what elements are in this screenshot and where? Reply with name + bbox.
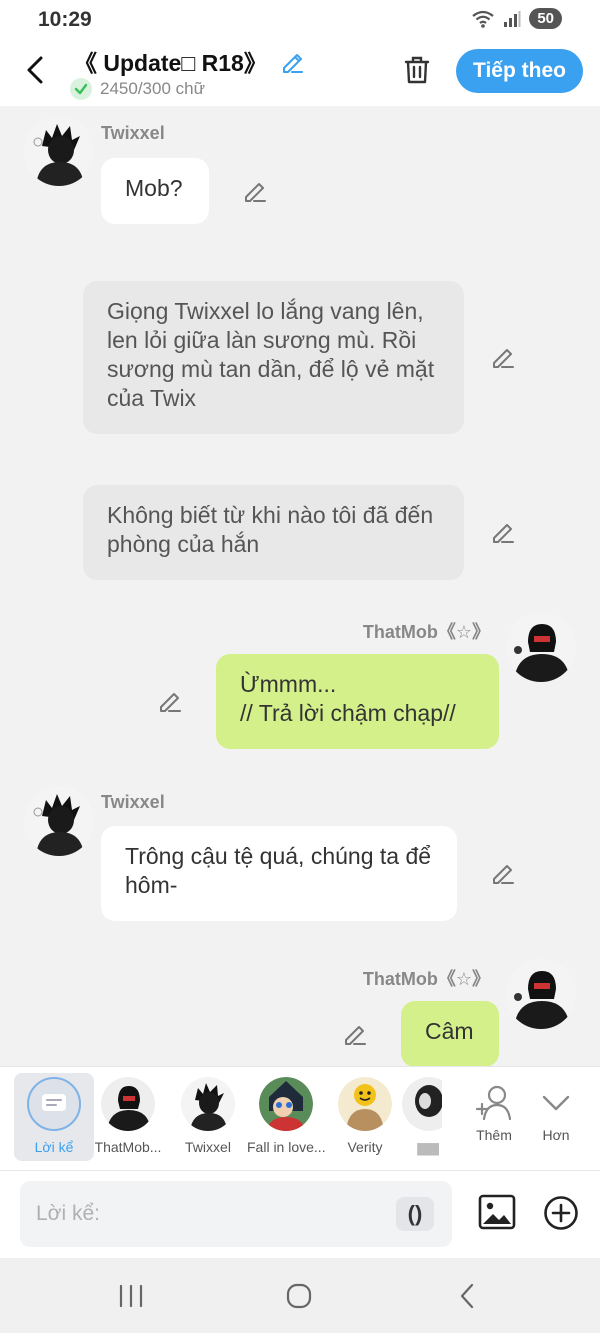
- signal-icon: [504, 10, 521, 27]
- character-unnamed[interactable]: ▆▆: [396, 1073, 442, 1161]
- chevron-down-icon: [542, 1095, 570, 1111]
- check-icon: [70, 78, 92, 100]
- character-avatar: [402, 1077, 442, 1131]
- word-count: 2450/300 chữ: [100, 79, 205, 98]
- pencil-icon: [282, 54, 303, 73]
- back-button[interactable]: [20, 52, 50, 88]
- pencil-icon: [493, 865, 514, 884]
- message-input[interactable]: [36, 1181, 396, 1247]
- character-verity[interactable]: Verity: [325, 1073, 405, 1161]
- status-icons: 50: [471, 8, 562, 29]
- header: 《 Update□ R18》 2450/300 chữ Tiếp theo: [0, 40, 600, 106]
- character-label: Lời kể: [34, 1139, 74, 1155]
- edit-title-button[interactable]: [279, 47, 307, 75]
- character-twixxel[interactable]: Twixxel: [168, 1073, 248, 1161]
- character-label: ThatMob...: [94, 1139, 162, 1155]
- speaker-name: Twixxel: [101, 792, 165, 812]
- character-label: Hơn: [542, 1127, 570, 1143]
- narration-bubble[interactable]: Không biết từ khi nào tôi đã đến phòng c…: [83, 485, 464, 580]
- recent-apps-button[interactable]: [111, 1278, 151, 1314]
- add-button[interactable]: [543, 1195, 579, 1231]
- input-bar: (): [0, 1170, 600, 1258]
- message-line: // Trả lời chậm chạp//: [240, 700, 456, 726]
- character-thatmob[interactable]: ThatMob...: [88, 1073, 168, 1161]
- plus-circle-icon: [544, 1196, 578, 1230]
- chevron-left-icon: [27, 56, 43, 84]
- character-fall-in-love[interactable]: Fall in love...: [246, 1073, 326, 1161]
- message-field: (): [20, 1181, 452, 1247]
- edit-message-button[interactable]: [156, 687, 184, 715]
- insert-image-button[interactable]: [478, 1193, 516, 1231]
- trash-icon: [404, 56, 430, 84]
- character-narration[interactable]: Lời kể: [14, 1073, 94, 1161]
- character-avatar: [338, 1077, 392, 1131]
- edit-message-button[interactable]: [489, 518, 517, 546]
- edit-message-button[interactable]: [241, 177, 269, 205]
- home-button[interactable]: [279, 1278, 319, 1314]
- character-avatar: [259, 1077, 313, 1131]
- battery-indicator: 50: [529, 8, 562, 29]
- system-nav-bar: [0, 1258, 600, 1333]
- pencil-icon: [245, 183, 266, 202]
- narration-icon: [27, 1077, 81, 1131]
- recent-apps-icon: [119, 1284, 143, 1308]
- page-title: 《 Update□ R18》: [74, 50, 267, 76]
- status-bar: 10:29 50: [0, 0, 600, 40]
- character-bar: Lời kể ThatMob... Twixxel Fall in love..…: [0, 1066, 600, 1170]
- character-label: Fall in love...: [247, 1139, 325, 1155]
- next-button[interactable]: Tiếp theo: [456, 49, 583, 93]
- back-icon: [460, 1283, 474, 1309]
- narration-bubble[interactable]: Giọng Twixxel lo lắng vang lên, len lỏi …: [83, 281, 464, 434]
- pencil-icon: [493, 524, 514, 543]
- title-area: 《 Update□ R18》: [74, 44, 307, 78]
- speaker-name: ThatMob《☆》: [362, 969, 490, 989]
- avatar-twixxel[interactable]: [24, 786, 94, 856]
- message-line: Ừmmm...: [240, 671, 337, 697]
- wifi-icon: [472, 10, 494, 28]
- more-characters-button[interactable]: Hơn: [516, 1073, 596, 1161]
- avatar-thatmob[interactable]: [506, 612, 576, 682]
- edit-message-button[interactable]: [489, 343, 517, 371]
- edit-message-button[interactable]: [341, 1020, 369, 1048]
- avatar-thatmob[interactable]: [506, 959, 576, 1029]
- system-back-button[interactable]: [447, 1278, 487, 1314]
- pencil-icon: [160, 693, 181, 712]
- character-label: Twixxel: [185, 1139, 231, 1155]
- avatar-twixxel[interactable]: [24, 116, 94, 186]
- character-label: Thêm: [476, 1127, 512, 1143]
- message-bubble[interactable]: Câm: [401, 1001, 499, 1066]
- message-bubble[interactable]: Mob?: [101, 158, 209, 224]
- edit-message-button[interactable]: [489, 859, 517, 887]
- delete-button[interactable]: [400, 52, 434, 88]
- message-bubble[interactable]: Trông cậu tệ quá, chúng ta để hôm-: [101, 826, 457, 921]
- character-avatar: [101, 1077, 155, 1131]
- parentheses-button[interactable]: (): [396, 1197, 434, 1231]
- pencil-icon: [493, 349, 514, 368]
- chat-area[interactable]: Twixxel Mob? Giọng Twixxel lo lắng vang …: [0, 106, 600, 1066]
- pencil-icon: [345, 1026, 366, 1045]
- character-label: ▆▆: [417, 1139, 439, 1155]
- status-time: 10:29: [38, 8, 92, 31]
- home-icon: [286, 1283, 312, 1309]
- word-count-row: 2450/300 chữ: [70, 78, 205, 100]
- speaker-name: Twixxel: [101, 123, 165, 143]
- message-bubble[interactable]: Ừmmm... // Trả lời chậm chạp//: [216, 654, 499, 749]
- character-label: Verity: [347, 1139, 383, 1155]
- speaker-name: ThatMob《☆》: [362, 622, 490, 642]
- character-avatar: [181, 1077, 235, 1131]
- add-user-icon: [475, 1085, 512, 1121]
- image-icon: [478, 1194, 516, 1230]
